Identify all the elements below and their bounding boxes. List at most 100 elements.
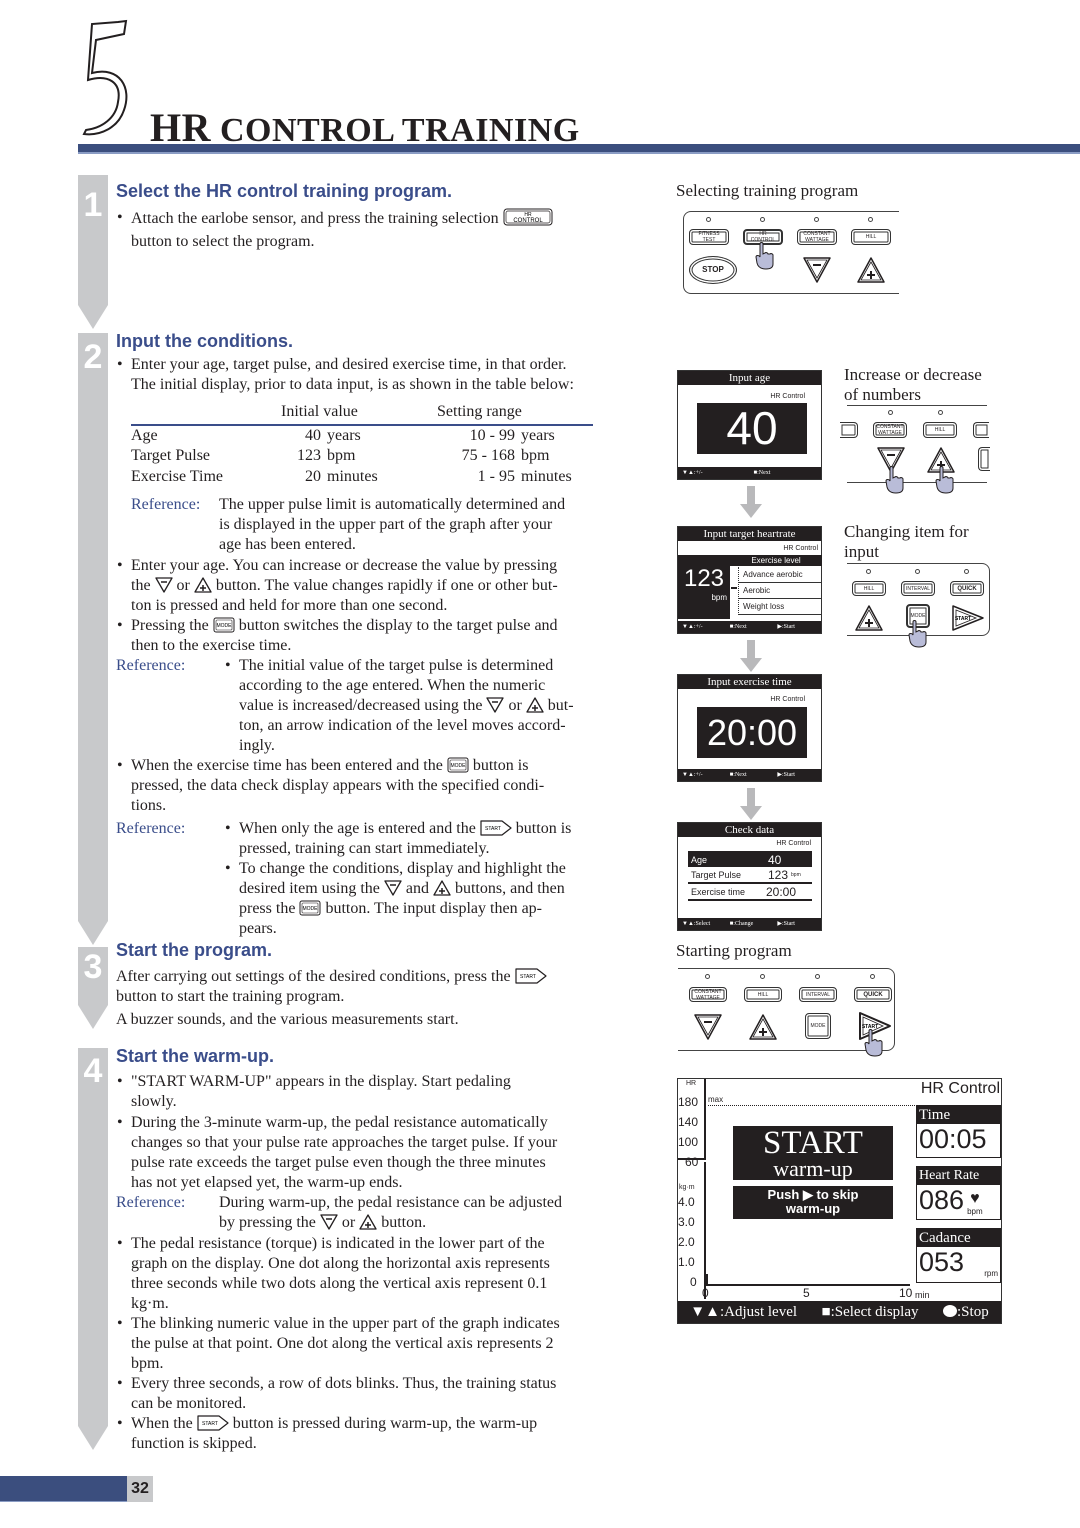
bullet-data-check: When the exercise time has been entered … [117, 756, 619, 816]
hill-button[interactable]: HILL [851, 229, 891, 245]
check-row-age[interactable]: Age 40 [688, 851, 812, 867]
row-key: Age [691, 855, 708, 865]
footer-hint: ▶:Start [777, 921, 795, 927]
level-option: Aerobic [739, 583, 822, 599]
cell-range-unit: years [521, 426, 555, 444]
stop-button[interactable]: STOP [689, 256, 737, 284]
mode-button-partial[interactable] [978, 447, 990, 471]
label: WATTAGE [696, 994, 720, 1001]
max-pulse-line [708, 1105, 915, 1106]
led-indicator [760, 217, 765, 222]
interval-button[interactable]: INTERVAL [901, 581, 935, 596]
down-arrow-icon [740, 788, 762, 820]
row-key: Exercise time [691, 887, 746, 897]
text: or [341, 1214, 356, 1231]
kgm-axis-label: kg·m [679, 1184, 695, 1191]
step-2-intro: Enter your age, target pulse, and desire… [117, 355, 621, 395]
screen-title: Check data [678, 823, 821, 837]
hill-button[interactable]: HILL [744, 987, 782, 1002]
row-unit: bpm [791, 872, 801, 878]
row-key: Target Pulse [691, 870, 742, 880]
text: button is [515, 820, 572, 837]
constant-wattage-button[interactable]: CONSTANT WATTAGE [689, 987, 727, 1002]
hr-control-button-icon: HR CONTROL [503, 208, 553, 232]
text: During warm-up, the pedal resistance can… [219, 1194, 562, 1211]
mode-button-icon [212, 617, 235, 633]
hill-button-partial[interactable] [840, 422, 858, 438]
panel-bottom-edge [847, 482, 987, 483]
label: MODE [910, 613, 926, 619]
mode-button[interactable]: MODE [805, 1013, 831, 1039]
reference-label: Reference: [116, 657, 186, 674]
reference-label: Reference: [116, 820, 186, 837]
footer-hint: ▼▲:+/- [682, 470, 703, 476]
label: QUICK [957, 585, 977, 592]
reference-label: Reference: [116, 1194, 186, 1211]
quick-button[interactable]: QUICK [854, 987, 892, 1002]
fitness-test-button[interactable]: FITNESS TEST [689, 229, 729, 245]
start-button[interactable]: START [951, 604, 985, 632]
text: function is skipped. [131, 1435, 257, 1452]
check-data-list: Age 40 Target Pulse 123 bpm Exercise time 20… [688, 851, 812, 901]
check-row-time[interactable]: Exercise time 20:00 [688, 884, 812, 901]
led-indicator [870, 974, 875, 979]
x-tick-label: 0 [702, 1286, 709, 1300]
reference-4-text: During warm-up, the pedal resistance can… [219, 1193, 619, 1233]
step-3-text: After carrying out settings of the desir… [116, 967, 621, 1007]
step-2-number: 2 [83, 338, 103, 376]
quick-button[interactable]: QUICK [950, 581, 984, 596]
plus-button[interactable] [854, 604, 884, 632]
text: bpm. [131, 1355, 164, 1372]
footer-stop: :Stop [957, 1304, 989, 1320]
time-label: Time [917, 1106, 1000, 1124]
plus-button[interactable] [856, 256, 886, 284]
step-3-arrow [78, 1005, 108, 1029]
text: the pulse at that point. One dot along t… [131, 1335, 554, 1352]
screen-mode-label: HR Control [770, 393, 805, 400]
constant-wattage-button[interactable]: CONSTANT WATTAGE [873, 422, 907, 438]
cell-range: 10 - 99 [469, 426, 515, 444]
text: The initial value of the target pulse is… [239, 657, 554, 674]
step-2-arrow [78, 921, 108, 945]
step-3-text-2: A buzzer sounds, and the various measure… [116, 1011, 459, 1028]
screen-check-data: Check data HR Control Age 40 Target Pulse… [677, 822, 822, 931]
footer-hint: ▼▲:Select [682, 921, 711, 927]
text: buttons, and then [454, 880, 565, 897]
page-number: 32 [127, 1476, 153, 1502]
text: of numbers [844, 385, 921, 404]
reference-label: Reference: [131, 496, 201, 513]
step-1-bullet: Attach the earlobe sensor, and press the… [117, 208, 621, 252]
led-indicator [868, 217, 873, 222]
hr-tick-label: 60 [685, 1155, 699, 1169]
interval-button[interactable]: INTERVAL [799, 987, 837, 1002]
cell-range: 1 - 95 [477, 467, 515, 485]
step-1-heading: Select the HR control training program. [116, 181, 453, 201]
control-panel-start: CONSTANT WATTAGE HILL INTERVAL QUICK MODE… [678, 968, 895, 1057]
text: Changing item for [844, 522, 969, 541]
led-indicator [866, 569, 871, 574]
control-panel-select: FITNESS TEST HR CONTROL CONSTANT WATTAGE HI… [683, 211, 899, 294]
check-row-pulse[interactable]: Target Pulse 123 bpm [688, 867, 812, 884]
interval-button-partial[interactable] [973, 422, 989, 438]
minus-button-icon [319, 1214, 338, 1230]
minus-button[interactable] [802, 256, 832, 284]
hr-tick-label: 140 [678, 1115, 699, 1129]
text: changes so that your pulse rate approach… [131, 1134, 558, 1151]
cadence-box: Cadance 053 rpm [916, 1228, 1001, 1283]
time-value: 20:00 [697, 707, 807, 758]
screen-footer: ▼▲:+/- ■:Next [678, 467, 821, 479]
caption-incdec: Increase or decrease of numbers [844, 365, 982, 405]
cell-init: 40 [305, 426, 321, 444]
constant-wattage-button[interactable]: CONSTANT WATTAGE [797, 229, 837, 245]
heart-rate-box: Heart Rate 086 ♥ bpm [916, 1166, 1001, 1220]
minus-button[interactable] [693, 1013, 723, 1041]
hill-button[interactable]: HILL [852, 581, 886, 596]
minus-button-icon [154, 577, 173, 593]
text: the [131, 577, 151, 594]
led-indicator [760, 974, 765, 979]
plus-button-icon [525, 697, 544, 713]
footer-hint: ■:Change [729, 921, 754, 927]
hill-button[interactable]: HILL [923, 422, 957, 438]
plus-button[interactable] [748, 1013, 778, 1041]
kgm-tick-label: 3.0 [678, 1215, 695, 1229]
